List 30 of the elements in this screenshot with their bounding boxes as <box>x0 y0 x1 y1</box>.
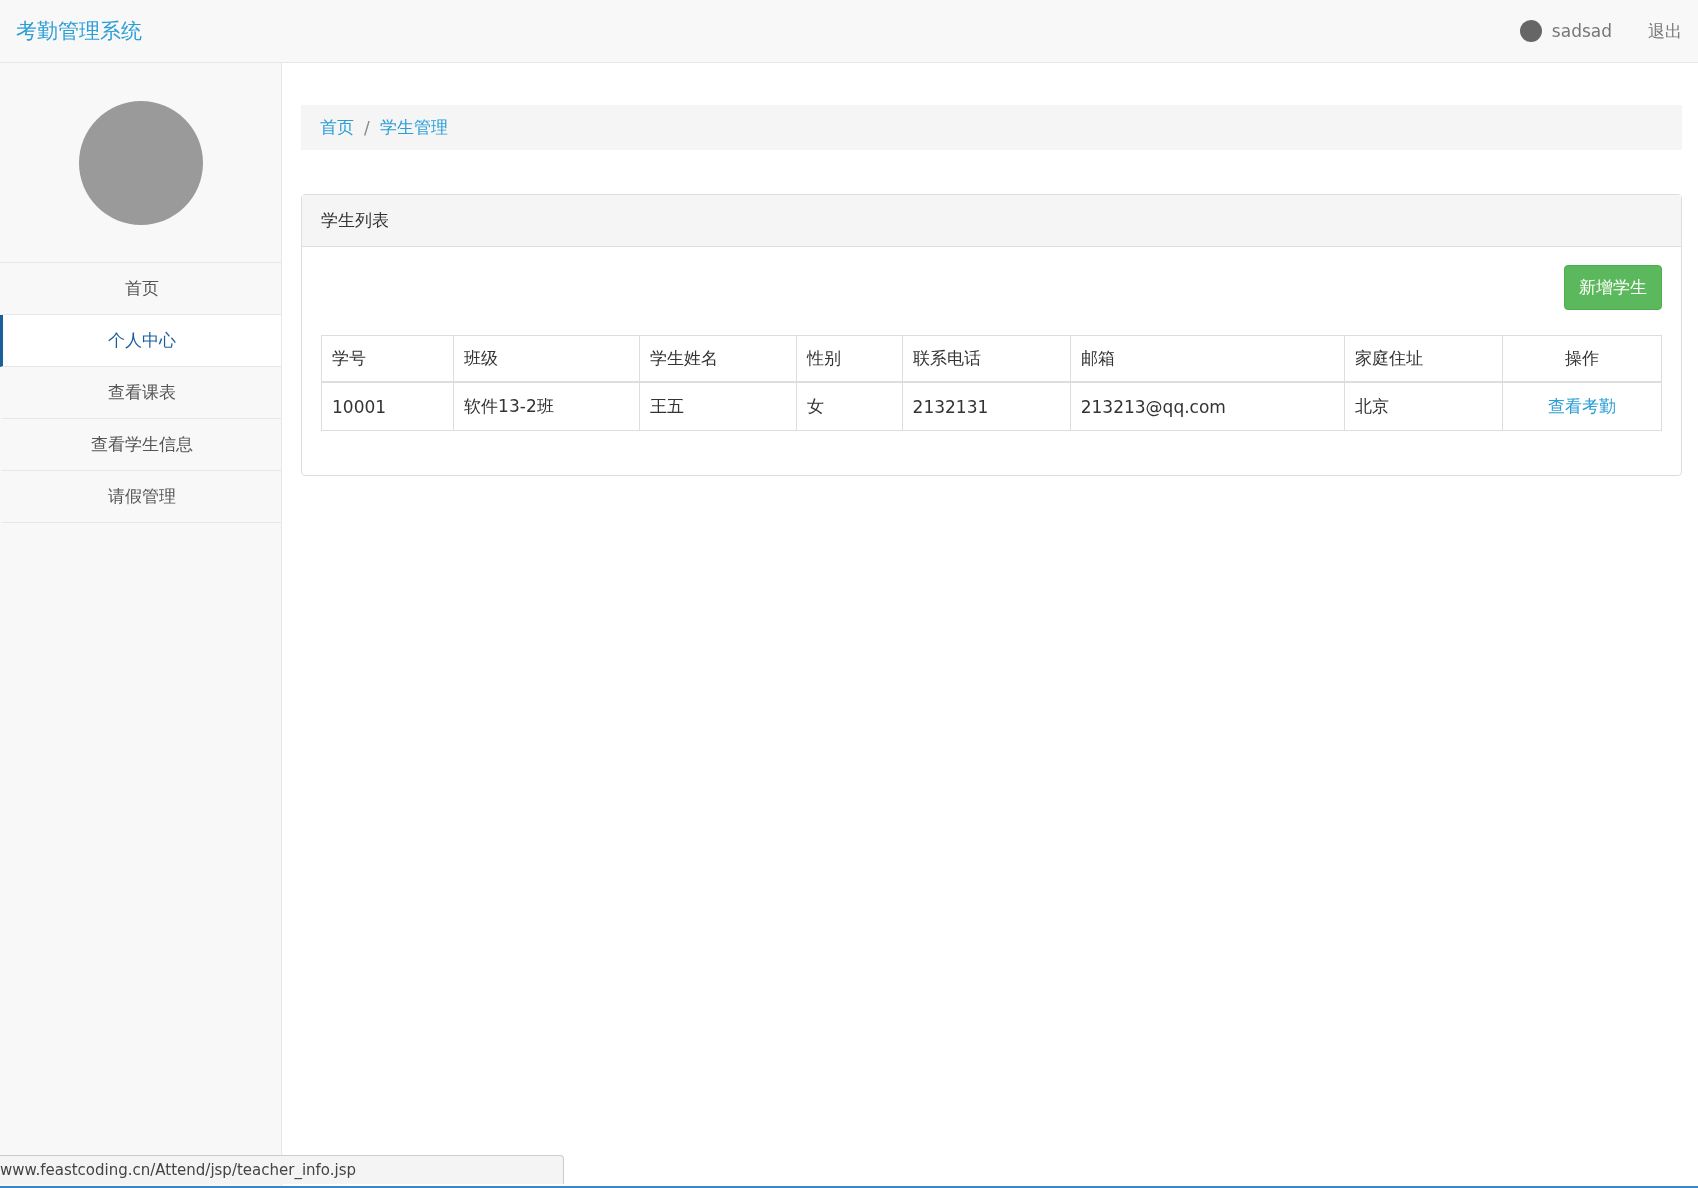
table-cell: 213213@qq.com <box>1070 382 1345 431</box>
view-attendance-link[interactable]: 查看考勤 <box>1548 396 1617 416</box>
table-cell: 软件13-2班 <box>453 382 640 431</box>
sidebar-item[interactable]: 请假管理 <box>0 471 281 523</box>
add-student-button[interactable]: 新增学生 <box>1564 265 1662 310</box>
panel-title: 学生列表 <box>302 195 1681 247</box>
table-header: 学号 <box>321 335 454 382</box>
breadcrumb-separator: / <box>364 117 370 138</box>
logout-link[interactable]: 退出 <box>1648 19 1682 43</box>
table-cell: 2132131 <box>902 382 1071 431</box>
breadcrumb-link[interactable]: 学生管理 <box>379 116 448 139</box>
sidebar-item[interactable]: 查看课表 <box>0 367 281 419</box>
status-url: www.feastcoding.cn/Attend/jsp/teacher_info.jsp <box>0 1155 564 1184</box>
table-header: 操作 <box>1502 335 1662 382</box>
breadcrumb-link[interactable]: 首页 <box>320 116 354 139</box>
table-header: 邮箱 <box>1070 335 1345 382</box>
avatar-icon <box>1519 20 1542 42</box>
table-cell: 北京 <box>1344 382 1503 431</box>
sidebar-item[interactable]: 个人中心 <box>0 315 281 367</box>
sidebar-item[interactable]: 查看学生信息 <box>0 419 281 471</box>
table-header: 家庭住址 <box>1344 335 1503 382</box>
table-header: 性别 <box>796 335 903 382</box>
table-header: 班级 <box>453 335 640 382</box>
table-cell: 10001 <box>321 382 454 431</box>
user-link[interactable]: sadsad <box>1519 20 1612 42</box>
table-header: 学生姓名 <box>639 335 797 382</box>
app-title[interactable]: 考勤管理系统 <box>16 17 142 45</box>
table-header: 联系电话 <box>902 335 1071 382</box>
table-cell: 王五 <box>639 382 797 431</box>
table-cell: 女 <box>796 382 903 431</box>
